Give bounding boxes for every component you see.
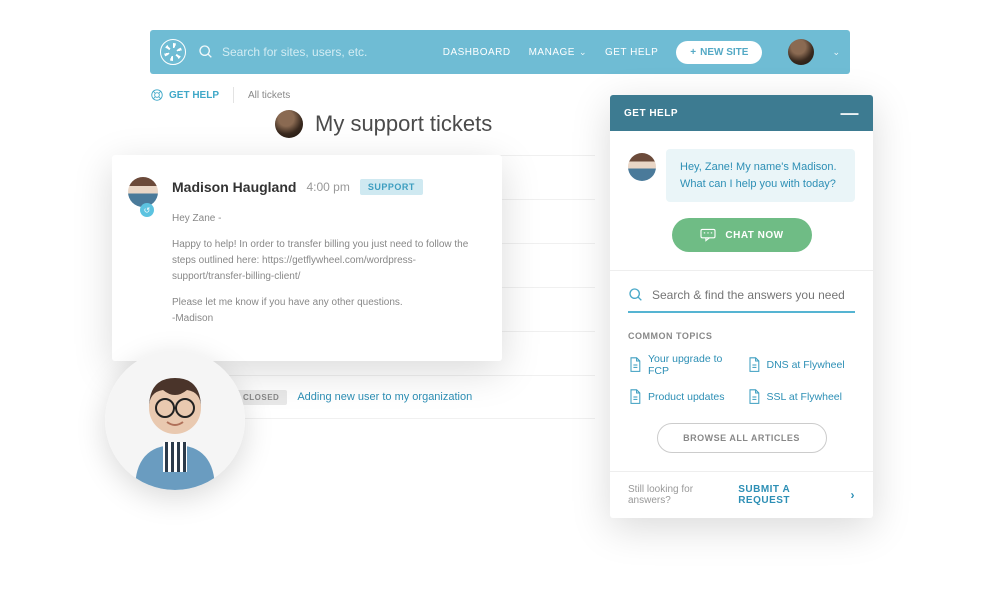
reply-line: Hey Zane - bbox=[172, 211, 480, 227]
breadcrumb-gethelp-label: GET HELP bbox=[169, 90, 219, 101]
flywheel-logo-icon[interactable] bbox=[160, 39, 186, 65]
divider bbox=[610, 270, 873, 271]
chat-greeting: Hey, Zane! My name's Madison. What can I… bbox=[628, 149, 855, 202]
doc-icon bbox=[747, 389, 761, 405]
greeting-line: Hey, Zane! My name's Madison. bbox=[680, 161, 837, 173]
common-topics-heading: COMMON TOPICS bbox=[628, 331, 855, 341]
reply-body: Hey Zane - Happy to help! In order to tr… bbox=[172, 211, 480, 327]
common-topics: Your upgrade to FCP DNS at Flywheel Prod… bbox=[628, 353, 855, 405]
help-search-input[interactable] bbox=[652, 288, 855, 302]
help-panel: GET HELP — Hey, Zane! My name's Madison.… bbox=[610, 95, 873, 518]
nav-dashboard[interactable]: DASHBOARD bbox=[443, 47, 511, 58]
chat-now-label: CHAT NOW bbox=[725, 230, 783, 241]
nav-manage-label: MANAGE bbox=[529, 47, 575, 58]
doc-icon bbox=[628, 357, 642, 373]
card-header: Madison Haugland 4:00 pm SUPPORT bbox=[172, 179, 480, 195]
user-avatar[interactable] bbox=[788, 39, 814, 65]
chat-now-button[interactable]: CHAT NOW bbox=[672, 218, 812, 252]
submit-request-label: SUBMIT A REQUEST bbox=[738, 484, 844, 506]
search-icon bbox=[628, 287, 644, 303]
help-ring-icon bbox=[150, 88, 164, 102]
help-search[interactable] bbox=[628, 287, 855, 313]
global-search[interactable] bbox=[198, 44, 443, 60]
support-tag: SUPPORT bbox=[360, 179, 423, 195]
ticket-link[interactable]: Adding new user to my organization bbox=[297, 391, 472, 403]
top-nav: DASHBOARD MANAGE ⌄ GET HELP + NEW SITE ⌄ bbox=[150, 30, 850, 74]
chevron-down-icon[interactable]: ⌄ bbox=[832, 47, 840, 58]
chevron-right-icon: › bbox=[851, 488, 856, 502]
reply-line: Happy to help! In order to transfer bill… bbox=[172, 237, 480, 285]
nav-gethelp[interactable]: GET HELP bbox=[605, 47, 658, 58]
agent-avatar bbox=[128, 177, 158, 207]
breadcrumb: GET HELP All tickets bbox=[150, 80, 290, 110]
help-panel-header: GET HELP — bbox=[610, 95, 873, 131]
agent-name: Madison Haugland bbox=[172, 179, 296, 195]
topic-link[interactable]: Product updates bbox=[628, 389, 737, 405]
help-panel-title: GET HELP bbox=[624, 108, 678, 119]
chat-bubble: Hey, Zane! My name's Madison. What can I… bbox=[666, 149, 855, 202]
separator bbox=[233, 87, 234, 103]
browse-articles-button[interactable]: BROWSE ALL ARTICLES bbox=[657, 423, 827, 453]
nav-links: DASHBOARD MANAGE ⌄ GET HELP + NEW SITE ⌄ bbox=[443, 39, 840, 65]
page-heading: My support tickets bbox=[275, 110, 492, 138]
topic-label: SSL at Flywheel bbox=[767, 391, 842, 403]
minimize-icon[interactable]: — bbox=[841, 104, 860, 122]
reply-icon: ↺ bbox=[140, 203, 154, 217]
help-panel-footer: Still looking for answers? SUBMIT A REQU… bbox=[610, 471, 873, 518]
topic-label: DNS at Flywheel bbox=[767, 359, 845, 371]
nav-manage[interactable]: MANAGE ⌄ bbox=[529, 47, 587, 58]
plus-icon: + bbox=[690, 47, 696, 58]
doc-icon bbox=[628, 389, 642, 405]
chevron-down-icon: ⌄ bbox=[579, 47, 587, 58]
submit-request-link[interactable]: SUBMIT A REQUEST › bbox=[738, 484, 855, 506]
chat-icon bbox=[699, 228, 717, 242]
new-site-button[interactable]: + NEW SITE bbox=[676, 41, 762, 64]
new-site-label: NEW SITE bbox=[700, 47, 748, 58]
search-icon bbox=[198, 44, 214, 60]
user-avatar bbox=[275, 110, 303, 138]
topic-label: Your upgrade to FCP bbox=[648, 353, 737, 377]
topic-link[interactable]: DNS at Flywheel bbox=[747, 353, 856, 377]
agent-avatar bbox=[628, 153, 656, 181]
doc-icon bbox=[747, 357, 761, 373]
breadcrumb-all-tickets[interactable]: All tickets bbox=[248, 90, 290, 101]
topic-link[interactable]: Your upgrade to FCP bbox=[628, 353, 737, 377]
search-input[interactable] bbox=[222, 45, 442, 59]
table-row[interactable]: CLOSED Adding new user to my organizatio… bbox=[225, 375, 595, 419]
reply-card: ↺ Madison Haugland 4:00 pm SUPPORT Hey Z… bbox=[112, 155, 502, 361]
greeting-line: What can I help you with today? bbox=[680, 178, 836, 190]
agent-portrait bbox=[105, 350, 245, 490]
page-title: My support tickets bbox=[315, 111, 492, 137]
reply-signature: -Madison bbox=[172, 313, 213, 324]
reply-time: 4:00 pm bbox=[306, 180, 349, 194]
topic-label: Product updates bbox=[648, 391, 724, 403]
reply-line: Please let me know if you have any other… bbox=[172, 297, 403, 308]
person-illustration bbox=[105, 350, 245, 490]
topic-link[interactable]: SSL at Flywheel bbox=[747, 389, 856, 405]
breadcrumb-gethelp[interactable]: GET HELP bbox=[150, 88, 219, 102]
footer-hint: Still looking for answers? bbox=[628, 484, 738, 506]
